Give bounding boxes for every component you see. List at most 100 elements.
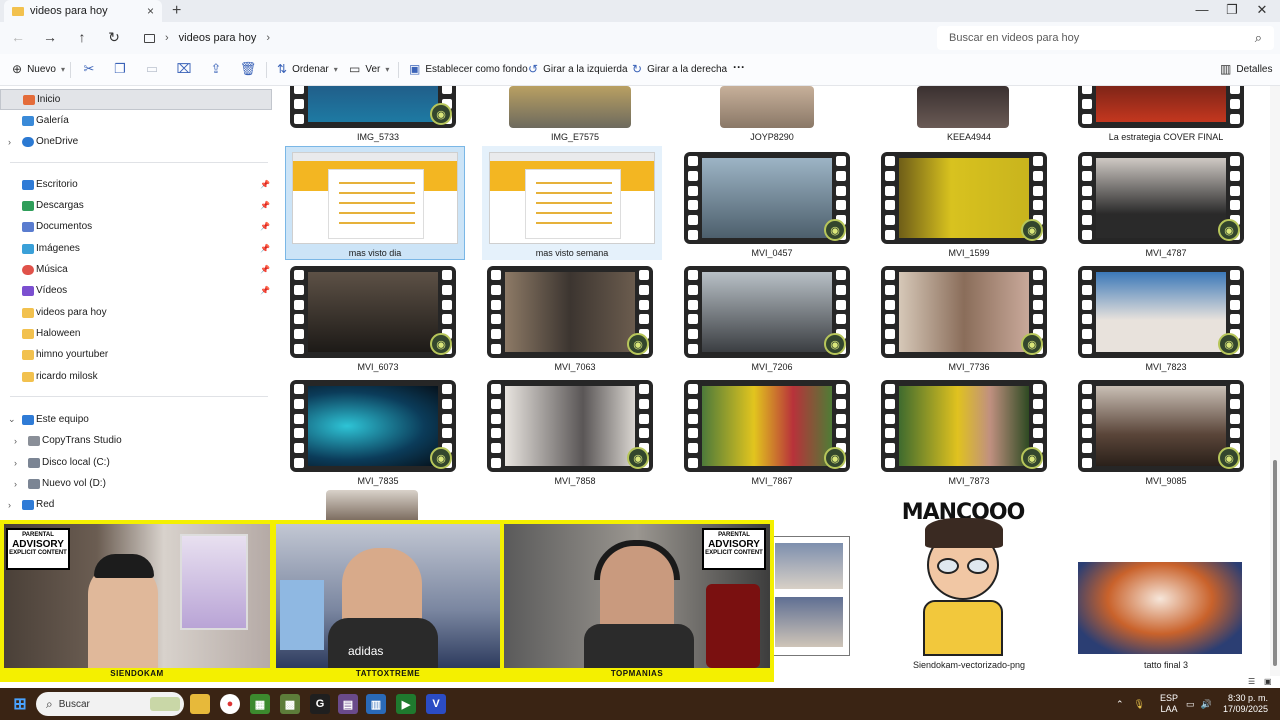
details-button[interactable]: ▥ Detalles: [1220, 62, 1272, 76]
file-item-mvi-7835[interactable]: ◉ MVI_7835: [288, 376, 468, 486]
forward-button[interactable]: →: [40, 29, 60, 45]
file-item-mvi-7736[interactable]: ◉ MVI_7736: [879, 262, 1059, 372]
sidebar-item-network[interactable]: › Red: [0, 494, 272, 515]
minimize-button[interactable]: —: [1188, 2, 1216, 17]
new-button[interactable]: ⊕ Nuevo ▾: [12, 62, 65, 76]
speaker-icon[interactable]: 🔊: [1201, 699, 1212, 710]
taskbar-search[interactable]: ⌕ Buscar: [36, 692, 184, 716]
file-item-mvi-7867[interactable]: ◉ MVI_7867: [682, 376, 862, 486]
search-input[interactable]: [949, 32, 1229, 44]
more-options-button[interactable]: ···: [733, 60, 745, 74]
sidebar-item-documentos[interactable]: Documentos 📌: [0, 216, 272, 237]
calculator-icon[interactable]: ▥: [366, 694, 386, 714]
chevron-right-icon[interactable]: ›: [14, 479, 17, 489]
file-item-siendokam-vectorizado[interactable]: MANCOOO Siendokam-vectorizado-png: [879, 488, 1059, 672]
capcut-icon[interactable]: G: [310, 694, 330, 714]
chevron-up-icon[interactable]: ⌃: [1116, 699, 1124, 710]
share-icon[interactable]: ⇪: [207, 61, 225, 77]
file-item-img-e7575[interactable]: IMG_E7575: [485, 86, 665, 144]
chevron-down-icon[interactable]: ⌄: [8, 414, 16, 425]
back-button[interactable]: ←: [8, 29, 28, 45]
terminal-icon[interactable]: ▶: [396, 694, 416, 714]
minecraft-icon[interactable]: ▦: [250, 694, 270, 714]
file-item-mvi-7873[interactable]: ◉ MVI_7873: [879, 376, 1059, 486]
tab-videos-para-hoy[interactable]: videos para hoy ×: [4, 0, 162, 22]
sidebar-item-home[interactable]: Inicio: [0, 89, 272, 110]
file-explorer-icon[interactable]: [190, 694, 210, 714]
breadcrumb[interactable]: › videos para hoy ›: [138, 26, 931, 50]
vertical-scrollbar[interactable]: [1270, 86, 1280, 676]
file-item-mvi-7858[interactable]: ◉ MVI_7858: [485, 376, 665, 486]
rotate-right-button[interactable]: ↻ Girar a la derecha: [632, 62, 727, 76]
cut-icon[interactable]: ✂: [80, 61, 98, 77]
file-item-mvi-9085[interactable]: ◉ MVI_9085: [1076, 376, 1256, 486]
delete-icon[interactable]: 🗑: [239, 61, 257, 77]
tab-close-button[interactable]: ×: [147, 4, 154, 18]
chevron-right-icon[interactable]: ›: [14, 458, 17, 468]
file-item-cover-final[interactable]: La estrategia COVER FINAL: [1076, 86, 1256, 144]
view-button[interactable]: ▭ Ver ▾: [349, 62, 389, 76]
monitor-icon[interactable]: ▭: [1186, 699, 1195, 710]
app-icon[interactable]: ▤: [338, 694, 358, 714]
file-item-keea4944[interactable]: KEEA4944: [879, 86, 1059, 144]
chevron-right-icon[interactable]: ›: [266, 32, 270, 44]
rotate-left-button[interactable]: ↺ Girar a la izquierda: [528, 62, 628, 76]
sidebar-item-descargas[interactable]: Descargas 📌: [0, 195, 272, 216]
details-view-icon[interactable]: ☰: [1248, 677, 1255, 686]
sidebar-item-ricardo-milosk[interactable]: ricardo milosk: [0, 366, 272, 387]
file-item-mvi-7063[interactable]: ◉ MVI_7063: [485, 262, 665, 372]
search-icon[interactable]: ⌕: [1255, 30, 1262, 46]
sidebar-item-imagenes[interactable]: Imágenes 📌: [0, 238, 272, 259]
chevron-right-icon[interactable]: ›: [14, 436, 17, 446]
file-item-mas-visto-dia[interactable]: mas visto dia: [280, 146, 465, 260]
vegas-icon[interactable]: V: [426, 694, 446, 714]
file-item-img-5733[interactable]: ◉ IMG_5733: [288, 86, 468, 144]
search-box[interactable]: ⌕: [937, 26, 1274, 50]
file-item-mvi-4787[interactable]: ◉ MVI_4787: [1076, 146, 1256, 260]
sidebar-item-haloween[interactable]: Haloween: [0, 323, 272, 344]
title-bar: videos para hoy × + — ❐ ✕: [0, 0, 1280, 22]
up-button[interactable]: ↑: [72, 29, 92, 45]
file-item-mvi-7206[interactable]: ◉ MVI_7206: [682, 262, 862, 372]
sidebar-item-musica[interactable]: Música 📌: [0, 259, 272, 280]
refresh-button[interactable]: ↻: [104, 29, 124, 46]
file-item-mvi-6073[interactable]: ◉ MVI_6073: [288, 262, 468, 372]
sidebar-item-onedrive[interactable]: › OneDrive: [0, 131, 272, 152]
close-window-button[interactable]: ✕: [1248, 2, 1276, 18]
chrome-icon[interactable]: ●: [220, 694, 240, 714]
sidebar-item-escritorio[interactable]: Escritorio 📌: [0, 174, 272, 195]
large-icons-view-icon[interactable]: ▣: [1264, 677, 1272, 686]
sidebar-item-disk-d[interactable]: › Nuevo vol (D:): [0, 473, 272, 494]
chevron-right-icon[interactable]: ›: [8, 137, 11, 147]
sidebar-item-videos-para-hoy[interactable]: videos para hoy: [0, 302, 272, 323]
file-item-tatto-final-3[interactable]: tatto final 3: [1076, 488, 1256, 672]
sidebar-item-disk-c[interactable]: › Disco local (C:): [0, 452, 272, 473]
set-background-button[interactable]: ▣ Establecer como fondo: [409, 62, 528, 76]
sidebar-item-videos[interactable]: Vídeos 📌: [0, 280, 272, 301]
paste-icon[interactable]: ▭: [143, 61, 161, 77]
chevron-right-icon[interactable]: ›: [8, 500, 11, 510]
microphone-icon[interactable]: 🎙: [1134, 699, 1145, 710]
file-item-joyp8290[interactable]: JOYP8290: [682, 86, 862, 144]
windows-start-icon[interactable]: ⊞: [10, 694, 30, 714]
file-item-mvi-1599[interactable]: ◉ MVI_1599: [879, 146, 1059, 260]
file-item-mas-visto-semana[interactable]: mas visto semana: [480, 146, 662, 260]
sidebar-item-gallery[interactable]: Galería: [0, 110, 272, 131]
breadcrumb-current[interactable]: videos para hoy: [179, 32, 257, 44]
advisory-bottom: EXPLICIT CONTENT: [705, 550, 763, 556]
file-item-mvi-7823[interactable]: ◉ MVI_7823: [1076, 262, 1256, 372]
language-indicator[interactable]: ESP LAA: [1160, 688, 1178, 720]
film-holes: [294, 384, 304, 468]
game-icon[interactable]: ▩: [280, 694, 300, 714]
maximize-button[interactable]: ❐: [1218, 2, 1246, 18]
scrollbar-thumb[interactable]: [1273, 460, 1277, 666]
file-item-mvi-0457[interactable]: ◉ MVI_0457: [682, 146, 862, 260]
sidebar-item-this-pc[interactable]: ⌄ Este equipo: [0, 409, 272, 430]
sidebar-item-himno-yourtuber[interactable]: himno yourtuber: [0, 344, 272, 365]
clock[interactable]: 8:30 p. m. 17/09/2025: [1223, 688, 1268, 720]
new-tab-button[interactable]: +: [172, 2, 181, 20]
sort-button[interactable]: ⇅ Ordenar ▾: [277, 62, 338, 76]
rename-icon[interactable]: ⌧: [175, 61, 193, 77]
copy-icon[interactable]: ❐: [111, 61, 129, 77]
sidebar-item-copytrans[interactable]: › CopyTrans Studio: [0, 430, 272, 451]
